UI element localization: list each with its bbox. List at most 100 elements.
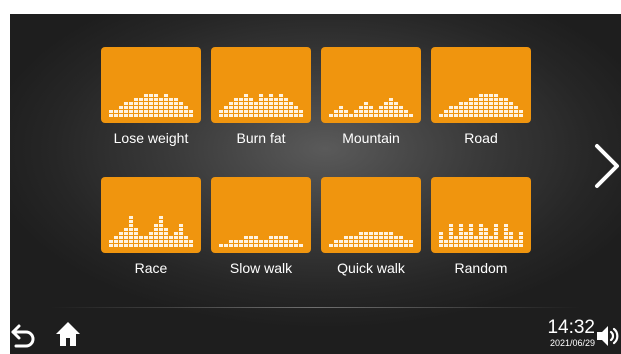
profile-bar bbox=[479, 224, 483, 247]
profile-segment bbox=[349, 114, 353, 117]
profile-segment bbox=[399, 106, 403, 109]
profile-segment bbox=[159, 114, 163, 117]
profile-segment bbox=[374, 114, 378, 117]
program-tile[interactable] bbox=[431, 177, 531, 253]
profile-segment bbox=[329, 244, 333, 247]
program-tile[interactable] bbox=[321, 47, 421, 123]
profile-segment bbox=[489, 94, 493, 97]
profile-segment bbox=[519, 114, 523, 117]
profile-segment bbox=[504, 98, 508, 101]
profile-segment bbox=[224, 106, 228, 109]
profile-segment bbox=[154, 244, 158, 247]
program-lose-weight[interactable]: Lose weight bbox=[101, 47, 201, 146]
profile-segment bbox=[249, 236, 253, 239]
program-tile[interactable] bbox=[211, 47, 311, 123]
profile-segment bbox=[484, 232, 488, 235]
profile-bar bbox=[224, 244, 228, 247]
profile-chart bbox=[219, 236, 303, 247]
profile-segment bbox=[404, 114, 408, 117]
profile-segment bbox=[119, 114, 123, 117]
profile-bar bbox=[174, 232, 178, 247]
profile-bar bbox=[409, 240, 413, 247]
program-tile[interactable] bbox=[431, 47, 531, 123]
profile-segment bbox=[364, 236, 368, 239]
profile-bar bbox=[129, 102, 133, 117]
profile-segment bbox=[389, 114, 393, 117]
profile-bar bbox=[469, 224, 473, 247]
profile-segment bbox=[269, 240, 273, 243]
profile-segment bbox=[279, 114, 283, 117]
program-quick-walk[interactable]: Quick walk bbox=[321, 177, 421, 276]
program-slow-walk[interactable]: Slow walk bbox=[211, 177, 311, 276]
profile-bar bbox=[329, 114, 333, 117]
profile-bar bbox=[459, 102, 463, 117]
profile-bar bbox=[234, 98, 238, 117]
profile-bar bbox=[354, 236, 358, 247]
profile-segment bbox=[369, 110, 373, 113]
profile-segment bbox=[454, 236, 458, 239]
profile-segment bbox=[389, 102, 393, 105]
profile-segment bbox=[494, 94, 498, 97]
program-random[interactable]: Random bbox=[431, 177, 531, 276]
program-tile[interactable] bbox=[321, 177, 421, 253]
profile-segment bbox=[474, 240, 478, 243]
profile-segment bbox=[239, 98, 243, 101]
program-race[interactable]: Race bbox=[101, 177, 201, 276]
profile-segment bbox=[189, 110, 193, 113]
profile-segment bbox=[284, 98, 288, 101]
program-mountain[interactable]: Mountain bbox=[321, 47, 421, 146]
profile-segment bbox=[294, 244, 298, 247]
profile-segment bbox=[124, 236, 128, 239]
profile-segment bbox=[384, 102, 388, 105]
profile-segment bbox=[299, 110, 303, 113]
profile-bar bbox=[499, 240, 503, 247]
profile-segment bbox=[224, 114, 228, 117]
profile-segment bbox=[284, 110, 288, 113]
profile-segment bbox=[469, 106, 473, 109]
volume-button[interactable] bbox=[595, 323, 621, 349]
profile-bar bbox=[394, 102, 398, 117]
profile-bar bbox=[154, 224, 158, 247]
profile-bar bbox=[329, 244, 333, 247]
profile-segment bbox=[514, 114, 518, 117]
profile-segment bbox=[219, 114, 223, 117]
profile-segment bbox=[344, 114, 348, 117]
profile-segment bbox=[189, 244, 193, 247]
program-tile[interactable] bbox=[101, 177, 201, 253]
program-burn-fat[interactable]: Burn fat bbox=[211, 47, 311, 146]
profile-segment bbox=[184, 110, 188, 113]
profile-segment bbox=[389, 106, 393, 109]
profile-segment bbox=[249, 98, 253, 101]
profile-bar bbox=[144, 236, 148, 247]
profile-bar bbox=[129, 216, 133, 247]
profile-bar bbox=[359, 106, 363, 117]
profile-segment bbox=[274, 240, 278, 243]
profile-segment bbox=[119, 240, 123, 243]
program-road[interactable]: Road bbox=[431, 47, 531, 146]
program-tile[interactable] bbox=[101, 47, 201, 123]
profile-segment bbox=[139, 98, 143, 101]
profile-bar bbox=[389, 98, 393, 117]
profile-segment bbox=[484, 244, 488, 247]
profile-segment bbox=[474, 98, 478, 101]
profile-segment bbox=[244, 240, 248, 243]
profile-segment bbox=[234, 102, 238, 105]
home-button[interactable] bbox=[54, 320, 82, 348]
profile-segment bbox=[234, 106, 238, 109]
profile-bar bbox=[454, 236, 458, 247]
profile-bar bbox=[444, 240, 448, 247]
program-tile[interactable] bbox=[211, 177, 311, 253]
profile-segment bbox=[384, 110, 388, 113]
profile-segment bbox=[254, 244, 258, 247]
profile-bar bbox=[354, 110, 358, 117]
profile-segment bbox=[124, 114, 128, 117]
profile-segment bbox=[364, 114, 368, 117]
profile-bar bbox=[289, 102, 293, 117]
back-button[interactable] bbox=[10, 322, 38, 350]
profile-segment bbox=[149, 94, 153, 97]
profile-segment bbox=[469, 236, 473, 239]
profile-segment bbox=[169, 236, 173, 239]
profile-segment bbox=[444, 114, 448, 117]
profile-segment bbox=[144, 94, 148, 97]
next-page-button[interactable] bbox=[593, 142, 621, 190]
